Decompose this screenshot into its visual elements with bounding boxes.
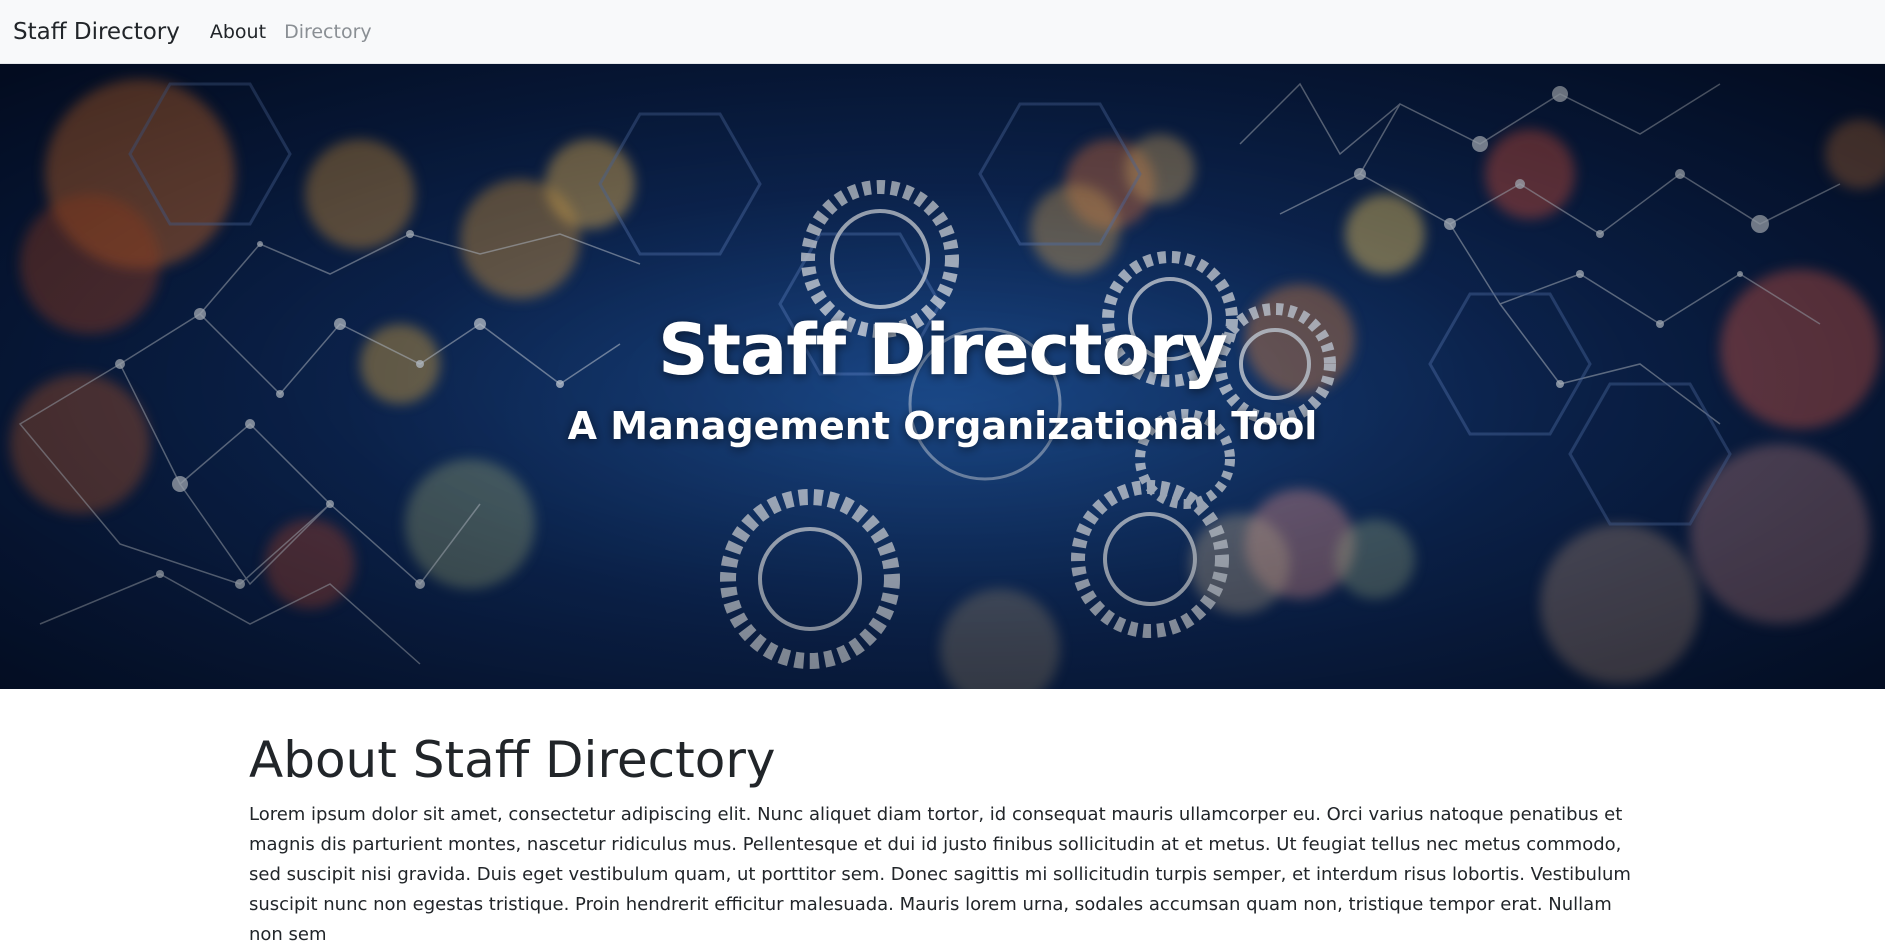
navbar-brand-link[interactable]: Staff Directory xyxy=(13,19,180,45)
hero-banner: Staff Directory A Management Organizatio… xyxy=(0,64,1885,689)
nav-link-about[interactable]: About xyxy=(210,21,266,43)
hero-subtitle: A Management Organizational Tool xyxy=(567,404,1318,448)
top-navbar: Staff Directory About Directory xyxy=(0,0,1885,64)
about-paragraph: Lorem ipsum dolor sit amet, consectetur … xyxy=(249,804,1631,945)
about-heading: About Staff Directory xyxy=(249,731,776,789)
hero-title: Staff Directory xyxy=(658,309,1228,391)
about-section: About Staff Directory Lorem ipsum dolor … xyxy=(249,728,1639,950)
nav-link-directory[interactable]: Directory xyxy=(284,21,372,43)
